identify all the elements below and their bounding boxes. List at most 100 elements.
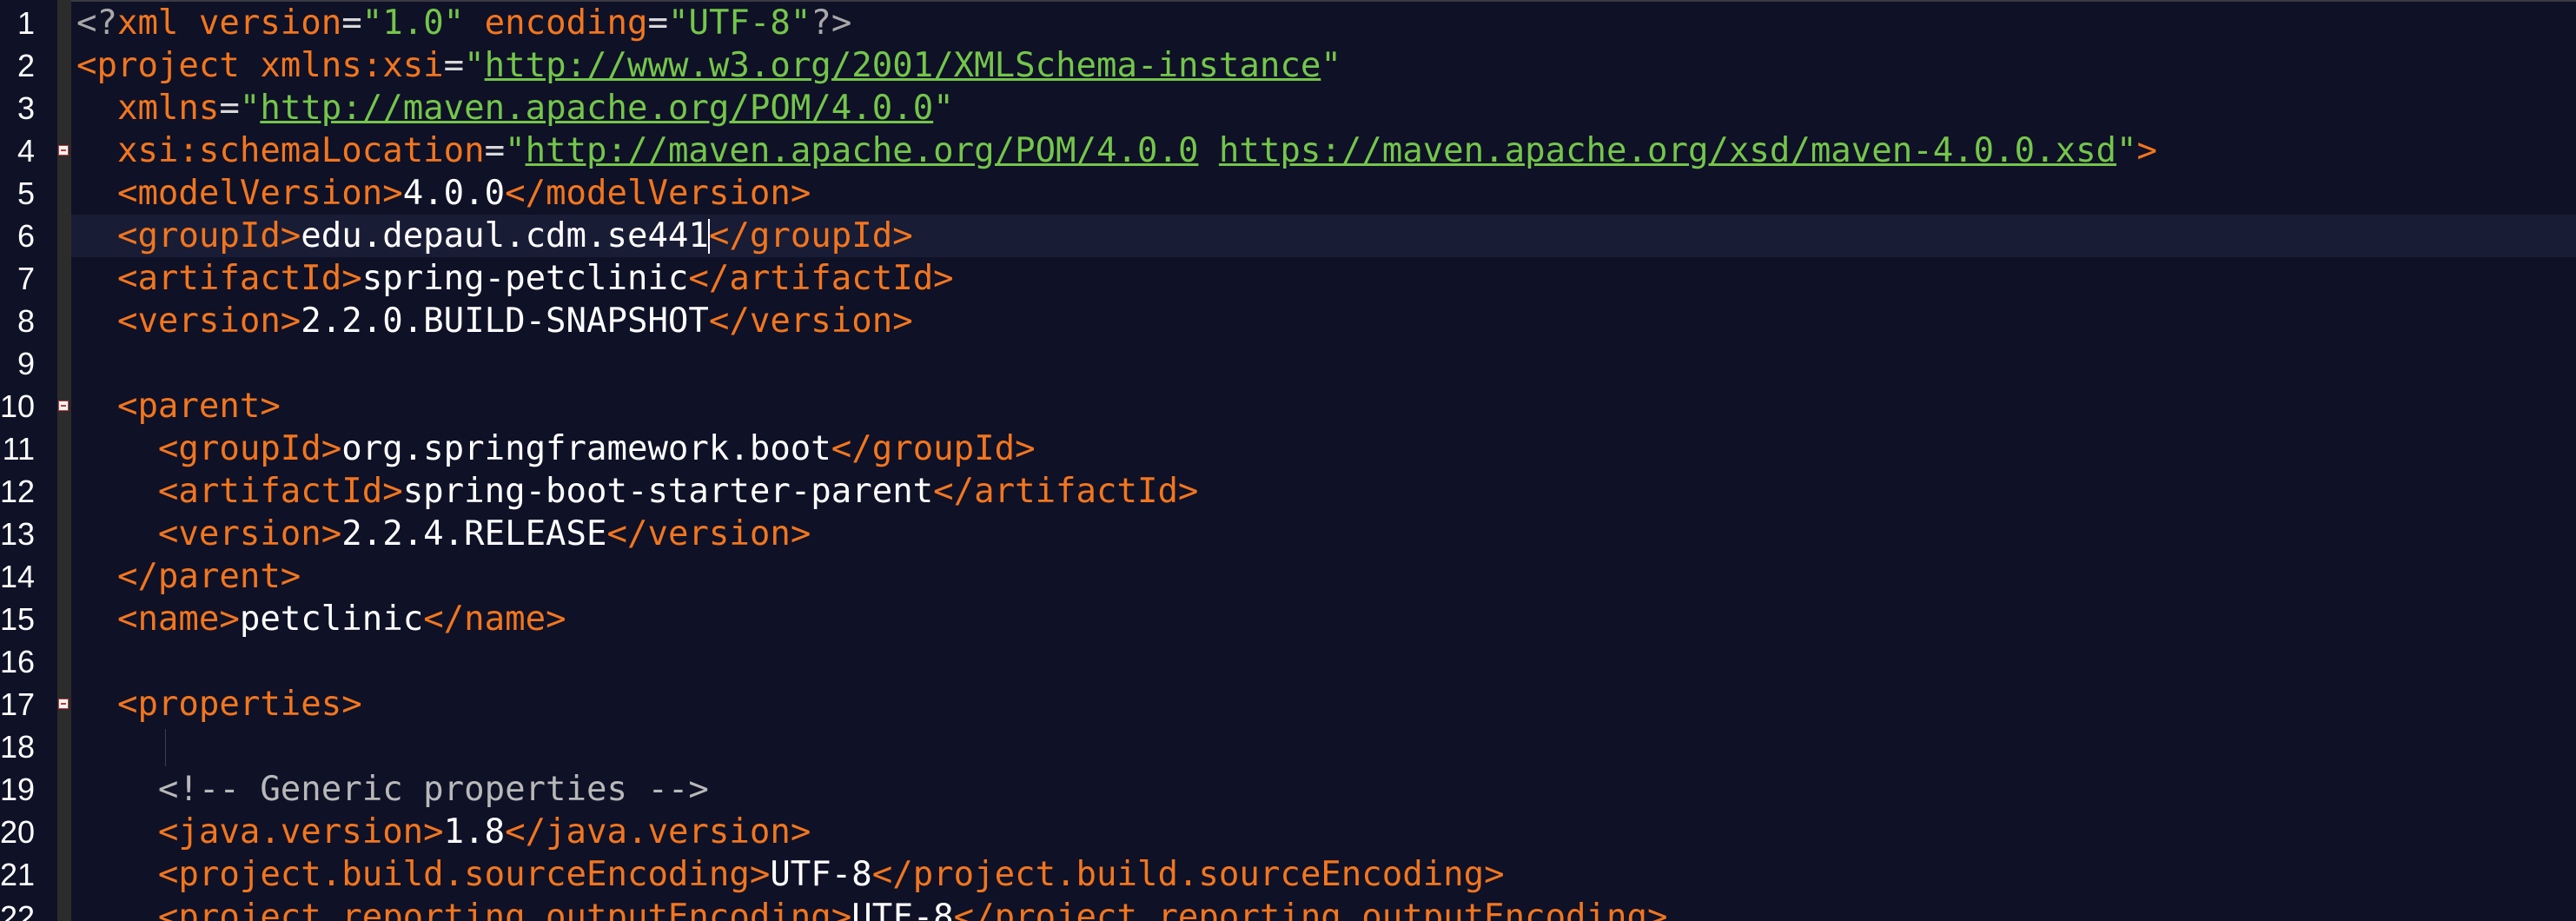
code-line[interactable]: xsi:schemaLocation= " http://maven.apache.… — [76, 129, 2157, 172]
code-token-str: " — [2116, 131, 2137, 170]
code-token-punct: = — [219, 89, 240, 128]
code-token-str: " — [464, 46, 485, 85]
code-line[interactable]: <project.reporting.outputEncoding>UTF-8<… — [76, 896, 1668, 921]
code-token-tag: <groupId> — [157, 429, 342, 468]
code-token-tag: </artifactId> — [688, 259, 954, 298]
code-token-str — [1198, 131, 1218, 170]
code-token-punct — [76, 429, 158, 468]
code-token-tag: <project.reporting.outputEncoding> — [157, 898, 852, 921]
code-line[interactable]: <groupId>edu.depaul.cdm.se441</groupId> — [76, 215, 913, 257]
code-token-attr: xmlns:xsi — [260, 46, 444, 85]
code-token-tag: > — [2136, 131, 2157, 170]
code-token-tag: <modelVersion> — [116, 174, 403, 213]
code-token-str: "UTF-8" — [667, 3, 811, 43]
code-token-text: org.springframework.boot — [341, 429, 831, 468]
code-token-tag: <parent> — [116, 387, 281, 426]
code-token-tag: <groupId> — [116, 216, 301, 255]
code-token-tag: <artifactId> — [116, 259, 362, 298]
code-line[interactable]: <modelVersion>4.0.0</modelVersion> — [76, 172, 811, 215]
line-number: 19 — [0, 772, 36, 807]
code-token-pi: ?> — [811, 3, 852, 43]
code-line[interactable]: <java.version>1.8</java.version> — [76, 811, 811, 853]
code-token-tag: </project.build.sourceEncoding> — [871, 855, 1505, 894]
code-token-text: UTF-8 — [851, 898, 954, 921]
code-line[interactable]: <parent> — [76, 385, 281, 427]
fold-collapse-icon[interactable] — [58, 401, 69, 411]
line-number: 13 — [0, 516, 36, 552]
code-token-punct — [76, 898, 158, 921]
fold-collapse-icon[interactable] — [58, 145, 69, 156]
code-token-tag: </project.reporting.outputEncoding> — [953, 898, 1668, 921]
code-line[interactable]: <properties> — [76, 683, 362, 726]
code-line[interactable]: <artifactId>spring-petclinic</artifactId… — [76, 257, 954, 300]
code-token-punct: = — [341, 3, 362, 43]
code-token-str: " — [1321, 46, 1341, 85]
code-token-comment: <!-- Generic properties --> — [157, 770, 709, 809]
code-line[interactable]: <version>2.2.4.RELEASE</version> — [76, 513, 811, 555]
line-number: 7 — [17, 261, 35, 296]
line-number: 6 — [17, 218, 35, 254]
code-token-punct — [178, 3, 198, 43]
code-token-tag: <version> — [116, 301, 301, 341]
code-line[interactable]: xmlns="http://maven.apache.org/POM/4.0.0… — [76, 87, 954, 129]
code-token-str: " — [239, 89, 261, 128]
code-line[interactable]: <artifactId>spring-boot-starter-parent</… — [76, 470, 1199, 513]
code-line[interactable]: <groupId>org.springframework.boot</group… — [76, 427, 1036, 470]
code-editor[interactable]: 1 <?xml version="1.0" encoding="UTF-8"?> 2… — [0, 0, 2576, 921]
code-token-tag: <java.version> — [157, 812, 444, 851]
code-token-punct: = — [443, 46, 465, 85]
code-line[interactable]: <name>petclinic</name> — [76, 598, 566, 640]
code-line[interactable]: <version>2.2.0.BUILD-SNAPSHOT</version> — [76, 300, 913, 342]
code-token-punct: = — [647, 3, 668, 43]
code-token-attr: encoding — [484, 3, 648, 43]
line-number: 20 — [0, 814, 36, 850]
line-number: 17 — [0, 686, 36, 722]
code-token-url[interactable]: http://maven.apache.org/POM/4.0.0 — [260, 89, 933, 128]
code-token-url[interactable]: https://maven.apache.org/xsd/maven-4.0.0… — [1219, 131, 2116, 170]
line-number: 16 — [0, 644, 36, 679]
code-token-tag: <properties> — [116, 685, 362, 724]
line-number: 9 — [17, 346, 35, 381]
code-token-punct — [76, 472, 158, 511]
line-number: 3 — [17, 90, 35, 126]
line-number: 18 — [0, 729, 36, 765]
code-token-attr: xsi:schemaLocation — [116, 131, 485, 170]
line-number: 11 — [2, 431, 35, 467]
line-number: 14 — [0, 559, 36, 594]
code-token-punct — [240, 46, 260, 85]
line-number: 10 — [0, 388, 36, 424]
code-token-tag: <name> — [116, 600, 240, 639]
code-token-url[interactable]: http://maven.apache.org/POM/4.0.0 — [526, 131, 1199, 170]
code-token-text: 1.8 — [443, 812, 506, 851]
code-token-tag: xml — [116, 3, 179, 43]
code-token-punct: = — [484, 131, 506, 170]
code-token-text: 2.2.0.BUILD-SNAPSHOT — [301, 301, 709, 341]
fold-gutter[interactable] — [57, 0, 71, 921]
code-token-text: petclinic — [239, 600, 424, 639]
code-token-punct — [76, 216, 117, 255]
code-token-str: "1.0" — [361, 3, 465, 43]
code-token-attr: xmlns — [116, 89, 220, 128]
line-number: 12 — [0, 474, 36, 509]
code-token-url[interactable]: http://www.w3.org/2001/XMLSchema-instanc… — [485, 46, 1321, 85]
code-token-punct — [76, 514, 158, 553]
code-line[interactable]: <?xml version="1.0" encoding="UTF-8"?> — [76, 2, 851, 44]
code-line[interactable]: <project xmlns:xsi="http://www.w3.org/20… — [76, 44, 1341, 87]
code-line[interactable]: <!-- Generic properties --> — [76, 768, 709, 811]
code-token-punct — [76, 174, 117, 213]
line-number: 5 — [17, 176, 35, 211]
line-number: 21 — [0, 857, 36, 892]
code-token-tag: <project — [76, 46, 240, 85]
code-token-text: edu.depaul.cdm.se441 — [301, 216, 709, 255]
code-line[interactable]: </parent> — [76, 555, 301, 598]
code-token-punct — [76, 387, 117, 426]
fold-collapse-icon[interactable] — [58, 699, 69, 709]
code-line[interactable]: <project.build.sourceEncoding>UTF-8</pro… — [76, 853, 1505, 896]
code-token-tag: <artifactId> — [157, 472, 403, 511]
code-token-punct — [76, 557, 117, 596]
code-token-str: " — [933, 89, 954, 128]
line-number: 4 — [17, 133, 35, 169]
code-token-tag: </name> — [423, 600, 566, 639]
code-token-tag: </parent> — [116, 557, 301, 596]
code-token-tag: <version> — [157, 514, 342, 553]
